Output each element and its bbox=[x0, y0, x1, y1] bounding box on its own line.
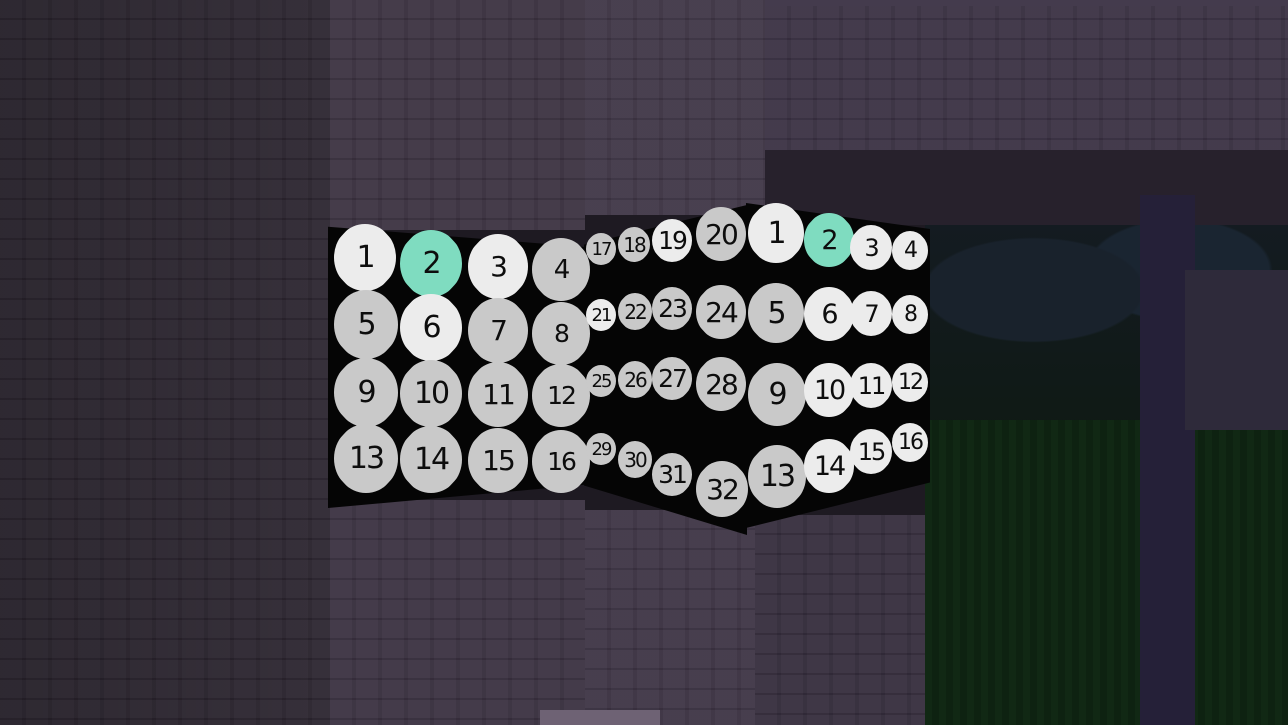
number-cell-left-16[interactable]: 16 bbox=[532, 430, 590, 493]
ceiling-beam-underside bbox=[765, 150, 1288, 225]
number-cell-middle-24[interactable]: 24 bbox=[696, 285, 746, 339]
number-cell-right-1[interactable]: 1 bbox=[748, 203, 804, 263]
number-cell-left-3[interactable]: 3 bbox=[468, 234, 528, 299]
number-cell-left-13[interactable]: 13 bbox=[334, 424, 398, 493]
number-cell-middle-20[interactable]: 20 bbox=[696, 207, 746, 261]
number-cell-right-14[interactable]: 14 bbox=[804, 439, 854, 493]
number-cell-middle-23[interactable]: 23 bbox=[652, 287, 692, 330]
number-cell-left-9[interactable]: 9 bbox=[334, 358, 398, 427]
grass-ground bbox=[925, 420, 1288, 725]
number-cell-right-4[interactable]: 4 bbox=[892, 231, 928, 270]
ceiling-beam-edge bbox=[765, 0, 1288, 6]
number-cell-right-8[interactable]: 8 bbox=[892, 295, 928, 334]
number-cell-right-5[interactable]: 5 bbox=[748, 283, 804, 343]
wall-shadow bbox=[0, 0, 330, 725]
number-cell-right-6[interactable]: 6 bbox=[804, 287, 854, 341]
plank-block-lower-left bbox=[330, 500, 585, 725]
number-cell-right-16[interactable]: 16 bbox=[892, 423, 928, 462]
plank-block-upper-middle bbox=[585, 0, 765, 215]
plank-block-lower-middle bbox=[585, 510, 755, 725]
plank-block-upper-left bbox=[330, 0, 585, 230]
number-cell-left-15[interactable]: 15 bbox=[468, 428, 528, 493]
number-cell-right-13[interactable]: 13 bbox=[748, 445, 806, 508]
number-cell-middle-27[interactable]: 27 bbox=[652, 357, 692, 400]
number-cell-right-9[interactable]: 9 bbox=[748, 363, 806, 426]
number-cell-right-2[interactable]: 2 bbox=[804, 213, 854, 267]
number-cell-left-12[interactable]: 12 bbox=[532, 364, 590, 427]
number-cell-middle-31[interactable]: 31 bbox=[652, 453, 692, 496]
number-cell-middle-28[interactable]: 28 bbox=[696, 357, 746, 411]
number-cell-left-7[interactable]: 7 bbox=[468, 298, 528, 363]
number-cell-right-10[interactable]: 10 bbox=[804, 363, 854, 417]
number-cell-left-4[interactable]: 4 bbox=[532, 238, 590, 301]
number-cell-left-8[interactable]: 8 bbox=[532, 302, 590, 365]
number-cell-left-5[interactable]: 5 bbox=[334, 290, 398, 359]
number-cell-left-11[interactable]: 11 bbox=[468, 362, 528, 427]
floor-edge bbox=[540, 710, 660, 725]
distant-wall-block bbox=[1185, 270, 1288, 430]
number-cell-right-12[interactable]: 12 bbox=[892, 363, 928, 402]
plank-block-lower-right bbox=[755, 515, 925, 725]
game-viewport[interactable]: 1 2 3 4 5 6 7 8 9 10 11 12 13 14 15 16 17 18 19 20 21 22 23 24 2… bbox=[0, 0, 1288, 725]
